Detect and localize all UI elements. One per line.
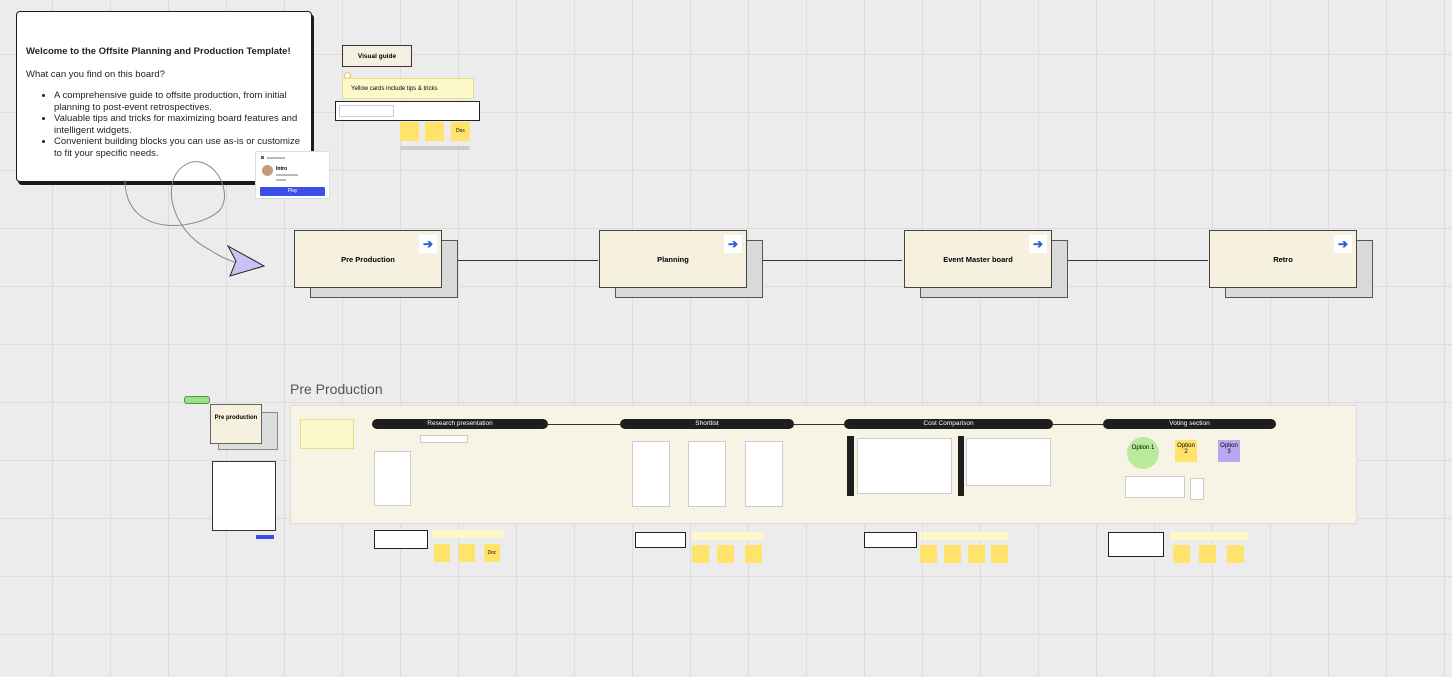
document-preview[interactable] bbox=[212, 461, 276, 531]
play-button[interactable]: Play bbox=[260, 187, 325, 196]
sticky-note[interactable] bbox=[920, 545, 937, 563]
sticky-note[interactable] bbox=[745, 545, 762, 563]
pill-voting-section[interactable]: Voting section bbox=[1103, 419, 1276, 429]
stage-card-retro[interactable]: Retro ➔ bbox=[1209, 230, 1373, 298]
connector-line bbox=[1053, 424, 1103, 425]
shortlist-card[interactable] bbox=[745, 441, 783, 507]
pill-cost-comparison[interactable]: Cost Comparison bbox=[844, 419, 1053, 429]
arrow-right-icon[interactable]: ➔ bbox=[419, 235, 437, 253]
doc-sticky[interactable]: Doc bbox=[484, 544, 500, 562]
intro-label: Intro bbox=[276, 166, 288, 172]
note-card[interactable] bbox=[1108, 532, 1164, 557]
shortlist-card[interactable] bbox=[688, 441, 726, 507]
shortlist-card[interactable] bbox=[632, 441, 670, 507]
welcome-title: Welcome to the Offsite Planning and Prod… bbox=[26, 46, 291, 57]
cost-table[interactable] bbox=[966, 438, 1051, 486]
voting-widget[interactable] bbox=[1125, 476, 1185, 498]
table-side-bar bbox=[847, 436, 854, 496]
scroll-indicator bbox=[400, 146, 470, 150]
welcome-bullets: A comprehensive guide to offsite product… bbox=[26, 90, 301, 159]
note-card[interactable] bbox=[374, 530, 428, 549]
doc-sticky[interactable]: Doc bbox=[451, 122, 470, 141]
mini-card[interactable] bbox=[1190, 478, 1204, 500]
cost-table[interactable] bbox=[857, 438, 952, 494]
note-card[interactable] bbox=[864, 532, 917, 548]
placeholder-line bbox=[276, 179, 286, 181]
play-button[interactable] bbox=[256, 535, 274, 539]
tip-card[interactable] bbox=[300, 419, 354, 449]
sticky-note[interactable] bbox=[944, 545, 961, 563]
sticky-note[interactable] bbox=[1199, 545, 1216, 563]
connector-line bbox=[750, 260, 902, 261]
option-1-sticky[interactable]: Option 1 bbox=[1127, 437, 1159, 469]
presentation-slide[interactable] bbox=[374, 451, 411, 506]
visual-guide-label[interactable]: Visual guide bbox=[342, 45, 412, 67]
pill-research-presentation[interactable]: Research presentation bbox=[372, 419, 548, 429]
connector-line bbox=[548, 424, 620, 425]
sticky-note[interactable] bbox=[434, 544, 450, 562]
sticky-note[interactable] bbox=[717, 545, 734, 563]
pill-shortlist[interactable]: Shortlist bbox=[620, 419, 794, 429]
placeholder-line bbox=[267, 157, 285, 159]
connector-line bbox=[1056, 260, 1208, 261]
sticky-note[interactable] bbox=[1173, 545, 1190, 563]
note-card[interactable] bbox=[635, 532, 686, 548]
sticky-note[interactable] bbox=[400, 122, 419, 141]
arrow-right-icon[interactable]: ➔ bbox=[1334, 235, 1352, 253]
sticky-note[interactable] bbox=[1227, 545, 1244, 563]
sticky-note[interactable] bbox=[692, 545, 709, 563]
slide-thumbnails[interactable] bbox=[420, 435, 468, 443]
tip-card[interactable] bbox=[920, 532, 1008, 540]
mini-card bbox=[339, 105, 394, 117]
stage-card-pre-production[interactable]: Pre Production ➔ bbox=[294, 230, 458, 298]
avatar bbox=[262, 165, 273, 176]
tip-card[interactable] bbox=[692, 532, 764, 540]
table-side-bar bbox=[958, 436, 964, 496]
tip-card[interactable] bbox=[432, 530, 504, 538]
connector-line bbox=[794, 424, 844, 425]
sticky-note[interactable] bbox=[459, 544, 475, 562]
placeholder-line bbox=[276, 174, 298, 176]
widget-icon bbox=[261, 156, 264, 159]
pre-production-side-card[interactable]: Pre production bbox=[210, 404, 262, 444]
welcome-bullet: A comprehensive guide to offsite product… bbox=[54, 90, 301, 113]
stage-card-event-master-board[interactable]: Event Master board ➔ bbox=[904, 230, 1068, 298]
tip-card[interactable]: Yellow cards include tips & tricks bbox=[342, 78, 474, 99]
pointer-icon bbox=[226, 244, 266, 277]
tag-badge bbox=[184, 396, 210, 404]
tip-card[interactable] bbox=[1170, 532, 1248, 540]
connector-line bbox=[446, 260, 598, 261]
sticky-note[interactable] bbox=[991, 545, 1008, 563]
arrow-right-icon[interactable]: ➔ bbox=[724, 235, 742, 253]
welcome-bullet: Valuable tips and tricks for maximizing … bbox=[54, 113, 301, 136]
sticky-note[interactable] bbox=[425, 122, 444, 141]
sticky-note[interactable] bbox=[968, 545, 985, 563]
intro-widget[interactable]: Intro Play bbox=[255, 151, 330, 199]
section-title: Pre Production bbox=[290, 381, 383, 397]
welcome-question: What can you find on this board? bbox=[26, 68, 165, 80]
option-2-sticky[interactable]: Option 2 bbox=[1175, 440, 1197, 462]
stage-card-planning[interactable]: Planning ➔ bbox=[599, 230, 763, 298]
arrow-right-icon[interactable]: ➔ bbox=[1029, 235, 1047, 253]
guide-board-preview[interactable] bbox=[335, 101, 480, 121]
option-3-sticky[interactable]: Option 3 bbox=[1218, 440, 1240, 462]
